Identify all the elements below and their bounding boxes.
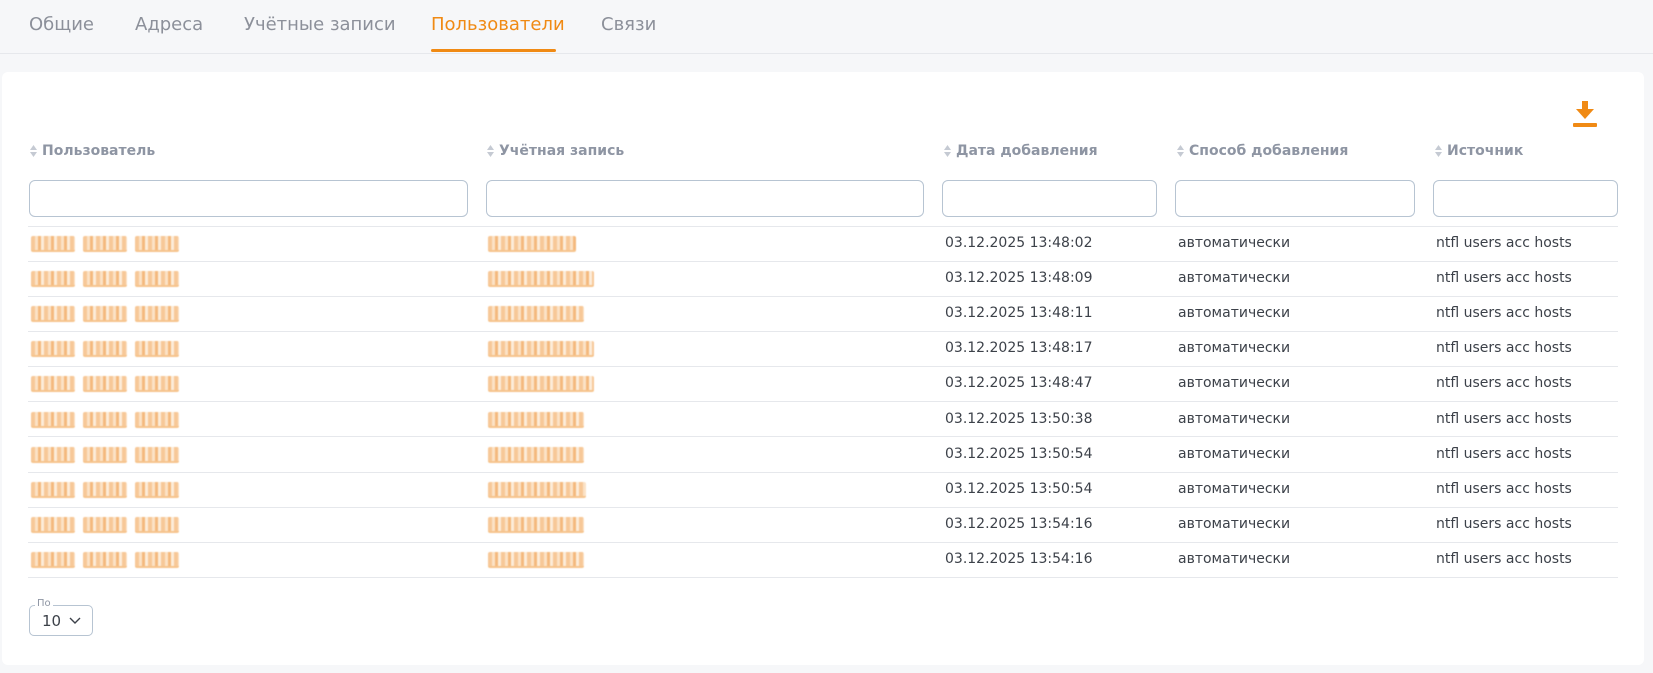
user-link[interactable]: [31, 412, 179, 428]
user-link[interactable]: [31, 271, 179, 287]
tab-bar: Общие Адреса Учётные записи Пользователи…: [0, 0, 1653, 54]
chevron-down-icon: [69, 617, 81, 624]
table-divider: [28, 366, 1618, 367]
table-divider: [28, 436, 1618, 437]
download-icon: [1573, 101, 1597, 127]
column-header-label: Пользователь: [42, 143, 156, 159]
active-tab-indicator: [431, 49, 556, 52]
account-link[interactable]: [488, 482, 586, 498]
column-header-source[interactable]: Источник: [1434, 143, 1523, 159]
user-link[interactable]: [31, 552, 179, 568]
column-header-label: Учётная запись: [499, 143, 625, 159]
column-header-user[interactable]: Пользователь: [29, 143, 155, 159]
method-cell: автоматически: [1178, 516, 1291, 532]
source-cell: ntfl users acc hosts: [1436, 305, 1572, 321]
sort-icon: [487, 145, 494, 157]
source-cell: ntfl users acc hosts: [1436, 375, 1572, 391]
date-cell: 03.12.2025 13:48:17: [945, 340, 1093, 356]
filter-method-input[interactable]: [1175, 180, 1415, 217]
table-divider: [28, 507, 1618, 508]
account-link[interactable]: [488, 341, 594, 357]
source-cell: ntfl users acc hosts: [1436, 270, 1572, 286]
sort-icon: [30, 145, 37, 157]
source-cell: ntfl users acc hosts: [1436, 446, 1572, 462]
account-link[interactable]: [488, 447, 584, 463]
source-cell: ntfl users acc hosts: [1436, 235, 1572, 251]
column-header-label: Источник: [1447, 143, 1524, 159]
source-cell: ntfl users acc hosts: [1436, 340, 1572, 356]
filter-account-input[interactable]: [486, 180, 924, 217]
account-link[interactable]: [488, 376, 594, 392]
source-cell: ntfl users acc hosts: [1436, 481, 1572, 497]
date-cell: 03.12.2025 13:48:47: [945, 375, 1093, 391]
account-link[interactable]: [488, 271, 594, 287]
sort-icon: [1177, 145, 1184, 157]
sort-icon: [944, 145, 951, 157]
user-link[interactable]: [31, 447, 179, 463]
method-cell: автоматически: [1178, 270, 1291, 286]
source-cell: ntfl users acc hosts: [1436, 411, 1572, 427]
source-cell: ntfl users acc hosts: [1436, 516, 1572, 532]
table-divider: [28, 401, 1618, 402]
filter-date-input[interactable]: [942, 180, 1157, 217]
method-cell: автоматически: [1178, 340, 1291, 356]
date-cell: 03.12.2025 13:50:54: [945, 446, 1093, 462]
tab-users[interactable]: Пользователи: [431, 14, 565, 35]
column-header-label: Дата добавления: [956, 143, 1098, 159]
account-link[interactable]: [488, 552, 584, 568]
tab-general[interactable]: Общие: [29, 14, 94, 35]
table-divider: [28, 542, 1618, 543]
table-divider: [28, 577, 1618, 578]
account-link[interactable]: [488, 306, 584, 322]
column-header-account[interactable]: Учётная запись: [486, 143, 624, 159]
table-divider: [28, 226, 1618, 227]
sort-icon: [1435, 145, 1442, 157]
account-link[interactable]: [488, 236, 576, 252]
method-cell: автоматически: [1178, 305, 1291, 321]
tab-accounts[interactable]: Учётные записи: [244, 14, 396, 35]
table-divider: [28, 472, 1618, 473]
date-cell: 03.12.2025 13:48:02: [945, 235, 1093, 251]
user-link[interactable]: [31, 517, 179, 533]
date-cell: 03.12.2025 13:50:38: [945, 411, 1093, 427]
column-header-label: Способ добавления: [1189, 143, 1349, 159]
source-cell: ntfl users acc hosts: [1436, 551, 1572, 567]
method-cell: автоматически: [1178, 481, 1291, 497]
date-cell: 03.12.2025 13:54:16: [945, 516, 1093, 532]
table-divider: [28, 331, 1618, 332]
page-size-legend: По: [35, 598, 53, 610]
table-divider: [28, 296, 1618, 297]
date-cell: 03.12.2025 13:48:11: [945, 305, 1093, 321]
download-button[interactable]: [1570, 101, 1600, 127]
date-cell: 03.12.2025 13:54:16: [945, 551, 1093, 567]
filter-user-input[interactable]: [29, 180, 468, 217]
date-cell: 03.12.2025 13:50:54: [945, 481, 1093, 497]
tab-links[interactable]: Связи: [601, 14, 656, 35]
account-link[interactable]: [488, 517, 584, 533]
date-cell: 03.12.2025 13:48:09: [945, 270, 1093, 286]
column-header-method[interactable]: Способ добавления: [1176, 143, 1348, 159]
method-cell: автоматически: [1178, 551, 1291, 567]
user-link[interactable]: [31, 341, 179, 357]
user-link[interactable]: [31, 376, 179, 392]
user-link[interactable]: [31, 306, 179, 322]
method-cell: автоматически: [1178, 235, 1291, 251]
method-cell: автоматически: [1178, 411, 1291, 427]
method-cell: автоматически: [1178, 375, 1291, 391]
method-cell: автоматически: [1178, 446, 1291, 462]
account-link[interactable]: [488, 412, 584, 428]
column-header-date[interactable]: Дата добавления: [943, 143, 1098, 159]
page-size-value: 10: [42, 611, 62, 630]
user-link[interactable]: [31, 482, 179, 498]
tab-addresses[interactable]: Адреса: [135, 14, 203, 35]
user-link[interactable]: [31, 236, 179, 252]
table-divider: [28, 261, 1618, 262]
filter-source-input[interactable]: [1433, 180, 1618, 217]
